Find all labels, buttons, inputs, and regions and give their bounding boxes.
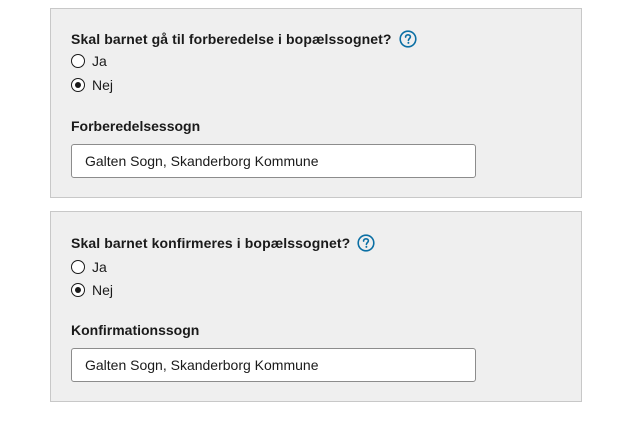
help-icon[interactable] [398, 30, 417, 48]
preparation-option-nej[interactable]: Nej [71, 77, 113, 93]
confirmation-section: Skal barnet konfirmeres i bopælssognet? … [50, 211, 582, 402]
preparation-question: Skal barnet gå til forberedelse i bopæls… [71, 30, 417, 48]
option-label: Ja [92, 259, 107, 275]
preparation-parish-input[interactable] [71, 144, 476, 178]
confirmation-option-nej[interactable]: Nej [71, 282, 113, 298]
radio-button-selected[interactable] [71, 78, 85, 92]
confirmation-parish-label: Konfirmationssogn [71, 322, 200, 338]
preparation-option-ja[interactable]: Ja [71, 53, 107, 69]
confirmation-question: Skal barnet konfirmeres i bopælssognet? [71, 234, 375, 252]
radio-button[interactable] [71, 260, 85, 274]
option-label: Nej [92, 282, 114, 298]
radio-button[interactable] [71, 54, 85, 68]
option-label: Nej [92, 77, 114, 93]
option-label: Ja [92, 53, 107, 69]
help-icon[interactable] [357, 234, 375, 252]
confirmation-question-text: Skal barnet konfirmeres i bopælssognet? [71, 235, 351, 251]
confirmation-parish-input[interactable] [71, 348, 476, 382]
preparation-question-text: Skal barnet gå til forberedelse i bopæls… [71, 31, 392, 47]
preparation-section: Skal barnet gå til forberedelse i bopæls… [50, 8, 582, 198]
radio-button-selected[interactable] [71, 283, 85, 297]
confirmation-option-ja[interactable]: Ja [71, 259, 107, 275]
preparation-parish-label: Forberedelsessogn [71, 118, 201, 134]
